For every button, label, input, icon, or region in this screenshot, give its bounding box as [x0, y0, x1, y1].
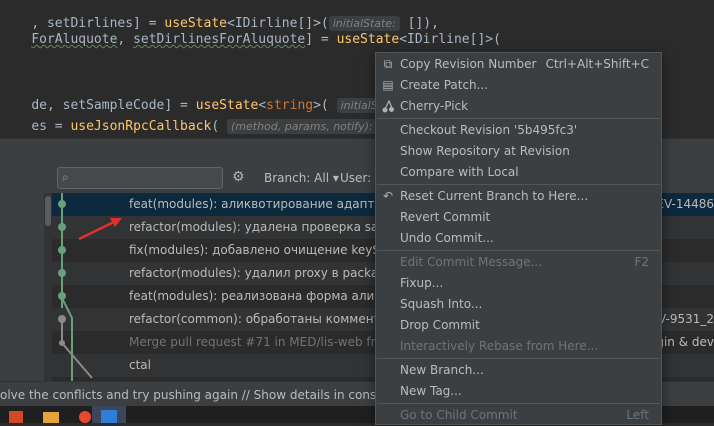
- menu-item-label: Squash Into...: [400, 297, 483, 311]
- commit-subject: Merge pull request #71 in MED/lis-web fr…: [129, 335, 409, 349]
- gear-icon[interactable]: ⚙: [232, 169, 245, 185]
- commit-context-menu: ⧉ Copy Revision Number Ctrl+Alt+Shift+C …: [375, 52, 662, 425]
- menu-item-compare-with-local[interactable]: Compare with Local: [376, 162, 661, 183]
- menu-item-label: Checkout Revision '5b495fc3': [400, 123, 578, 137]
- app-icon: [9, 411, 23, 423]
- commit-subject: refactor(common): обработаны комментари: [129, 312, 404, 326]
- menu-item-squash-into[interactable]: Squash Into...: [376, 294, 661, 315]
- ide-icon: [101, 410, 117, 423]
- menu-item-shortcut: Left: [626, 408, 649, 422]
- commit-node: [59, 340, 65, 346]
- graph-branch-line: [61, 319, 93, 379]
- code-line-2: ForAluquote, setDirlinesForAluquote] = u…: [31, 32, 501, 47]
- code-line-3: de, setSampleCode] = useState<string>( i…: [0, 76, 408, 113]
- commit-subject: refactor(modules): удалил proxy в packag…: [129, 266, 416, 280]
- commit-graph: [58, 193, 93, 381]
- menu-item-cherry-pick[interactable]: Cherry-Pick: [376, 96, 661, 117]
- menu-item-label: Reset Current Branch to Here...: [400, 189, 589, 203]
- menu-item-label: Fixup...: [400, 276, 444, 290]
- menu-item-edit-commit-message[interactable]: Edit Commit Message... F2: [376, 252, 661, 273]
- menu-item-copy-revision-number[interactable]: ⧉ Copy Revision Number Ctrl+Alt+Shift+C: [376, 54, 661, 75]
- menu-item-label: Go to Child Commit: [400, 408, 518, 422]
- copy-icon: ⧉: [383, 57, 393, 71]
- commit-node: [58, 200, 66, 208]
- menu-item-fixup[interactable]: Fixup...: [376, 273, 661, 294]
- menu-item-create-patch[interactable]: ▤ Create Patch...: [376, 75, 661, 96]
- menu-item-label: Create Patch...: [400, 78, 489, 92]
- taskbar-app-button[interactable]: [0, 406, 34, 423]
- commit-subject: ctal: [129, 358, 151, 372]
- menu-separator: [377, 118, 660, 119]
- menu-item-label: Edit Commit Message...: [400, 255, 543, 269]
- menu-item-label: Revert Commit: [400, 210, 491, 224]
- menu-item-shortcut: F2: [634, 255, 649, 269]
- log-search-input[interactable]: [80, 169, 220, 187]
- commit-node: [58, 292, 66, 300]
- menu-item-label: Cherry-Pick: [400, 99, 469, 113]
- menu-separator: [377, 184, 660, 185]
- taskbar-app-button-active[interactable]: [92, 406, 126, 423]
- branches-scroll-thumb[interactable]: [45, 196, 51, 226]
- undo-arrow-icon: ↶: [382, 189, 394, 203]
- menu-item-new-tag[interactable]: New Tag...: [376, 381, 661, 402]
- menu-item-show-repository[interactable]: Show Repository at Revision: [376, 141, 661, 162]
- menu-item-label: Drop Commit: [400, 318, 480, 332]
- commit-subject: feat(modules): аликвотирование адаптиров…: [129, 197, 412, 211]
- menu-item-interactive-rebase[interactable]: Interactively Rebase from Here...: [376, 336, 661, 357]
- menu-separator: [377, 403, 660, 404]
- menu-item-new-branch[interactable]: New Branch...: [376, 360, 661, 381]
- vcs-side-toolbar: [0, 193, 44, 381]
- commit-node: [58, 315, 66, 323]
- patch-icon: ▤: [382, 78, 394, 92]
- menu-item-label: New Tag...: [400, 384, 462, 398]
- search-icon: ⌕: [62, 170, 69, 184]
- taskbar-app-button[interactable]: [34, 406, 68, 423]
- menu-item-label: New Branch...: [400, 363, 484, 377]
- menu-item-label: Undo Commit...: [400, 231, 494, 245]
- commit-subject: feat(modules): реализована форма аликвот…: [129, 289, 411, 303]
- menu-item-drop-commit[interactable]: Drop Commit: [376, 315, 661, 336]
- menu-item-label: Copy Revision Number: [400, 57, 537, 71]
- code-line-4: es = useJsonRpcCallback( (method, params…: [0, 97, 392, 134]
- menu-item-reset-branch[interactable]: ↶ Reset Current Branch to Here...: [376, 186, 661, 207]
- folder-icon: [43, 412, 59, 423]
- menu-item-label: Compare with Local: [400, 165, 519, 179]
- branch-filter[interactable]: Branch: All ▾: [264, 171, 339, 185]
- commit-node: [58, 246, 66, 254]
- menu-separator: [377, 358, 660, 359]
- commit-subject: fix(modules): добавлено очищение keySet.…: [129, 243, 409, 257]
- menu-separator: [377, 250, 660, 251]
- cherry-pick-icon: [381, 99, 395, 113]
- menu-item-shortcut: Ctrl+Alt+Shift+C: [545, 57, 649, 71]
- menu-item-revert-commit[interactable]: Revert Commit: [376, 207, 661, 228]
- commit-node: [58, 269, 66, 277]
- menu-item-label: Interactively Rebase from Here...: [400, 339, 599, 353]
- menu-item-undo-commit[interactable]: Undo Commit...: [376, 228, 661, 249]
- browser-icon: [79, 411, 91, 423]
- graph-branch-line: [61, 297, 73, 381]
- commit-node: [58, 223, 66, 231]
- menu-item-label: Show Repository at Revision: [400, 144, 570, 158]
- log-search-box[interactable]: ⌕: [57, 167, 223, 189]
- menu-item-checkout-revision[interactable]: Checkout Revision '5b495fc3': [376, 120, 661, 141]
- commit-subject: refactor(modules): удалена проверка samp…: [129, 220, 409, 234]
- status-message[interactable]: olve the conflicts and try pushing again…: [0, 388, 429, 402]
